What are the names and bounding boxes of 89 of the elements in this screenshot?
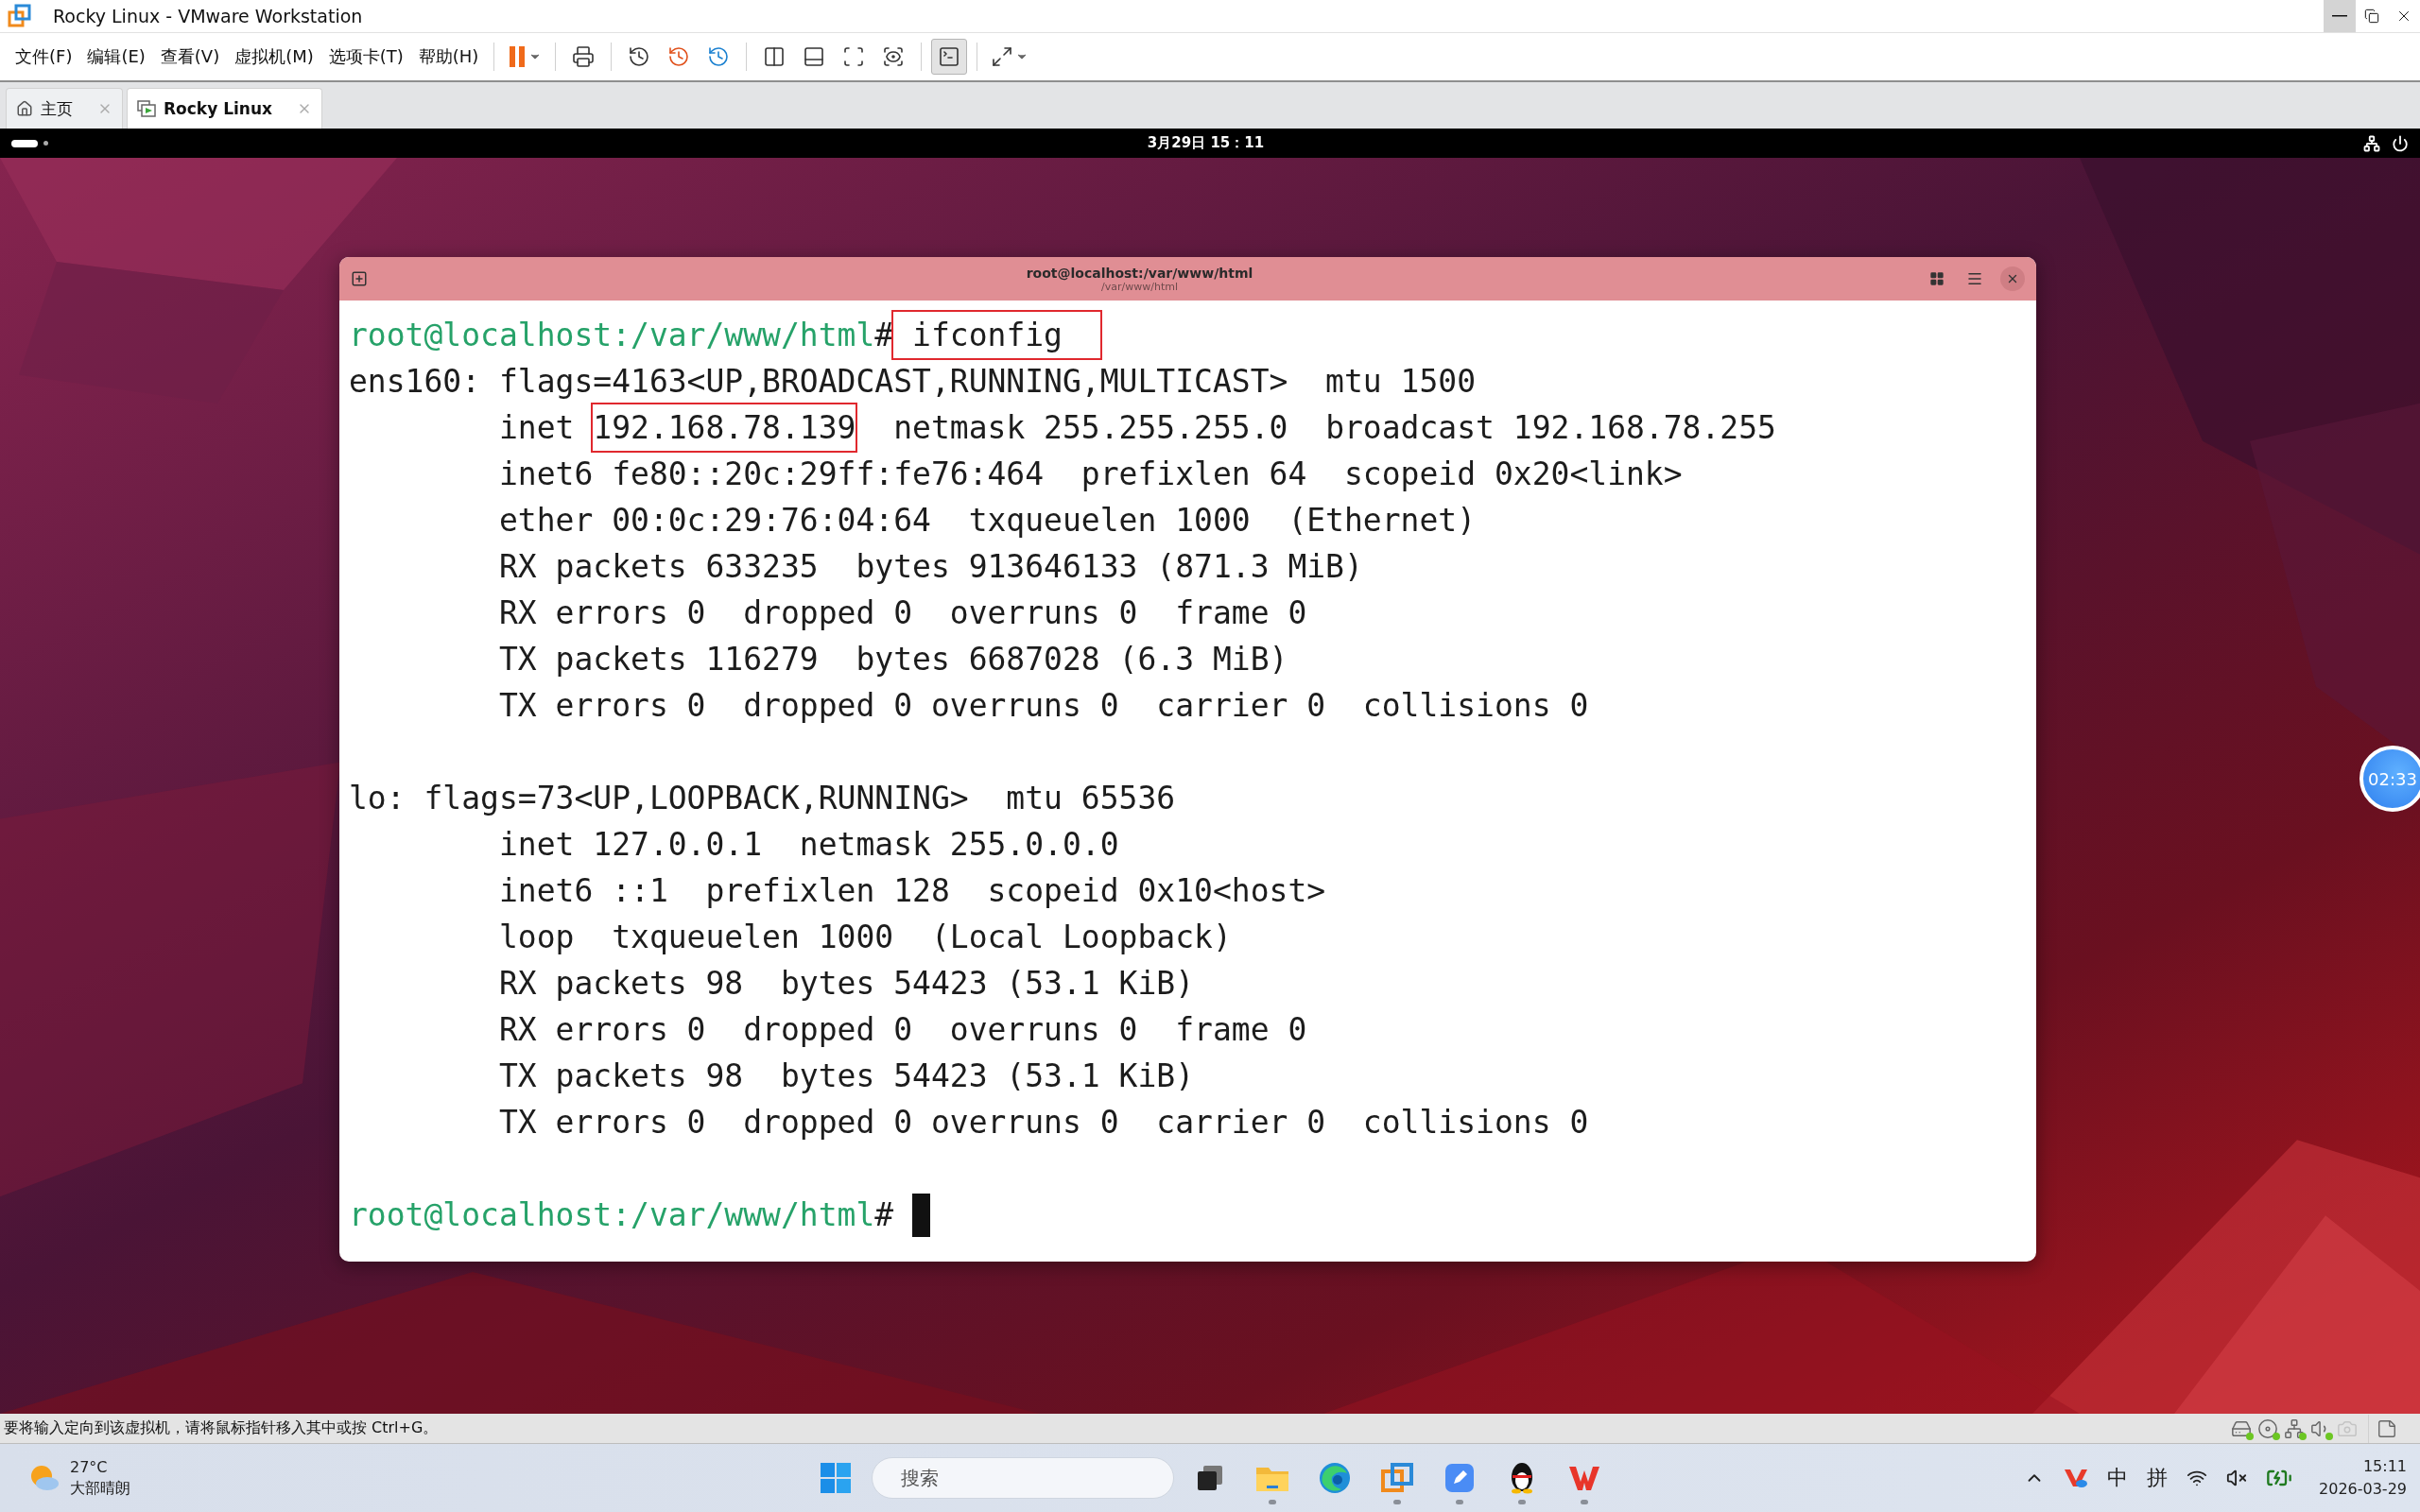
weather-description: 大部晴朗	[70, 1478, 130, 1499]
library-view-icon	[763, 45, 786, 68]
status-dot	[2325, 1432, 2333, 1440]
w-logo-icon	[1568, 1464, 1600, 1492]
terminal-text: RX errors 0 dropped 0 overruns 0 frame 0	[497, 593, 1307, 633]
status-dot	[2299, 1432, 2307, 1440]
pen-note-icon	[1444, 1463, 1475, 1493]
search-field[interactable]: 搜索	[899, 1466, 1153, 1490]
revert-snapshot-icon	[667, 45, 691, 68]
toolbar-button[interactable]	[931, 39, 968, 75]
running-indicator	[1269, 1500, 1276, 1504]
cloud-v-icon[interactable]	[2064, 1468, 2088, 1488]
menu-item[interactable]: 文件(F)	[8, 45, 80, 68]
terminal-text: TX errors 0 dropped 0 overruns 0 carrier 0 collisions 0	[497, 1103, 1589, 1143]
note-icon[interactable]	[2377, 1418, 2397, 1439]
thumbnail-view-icon	[803, 45, 826, 68]
taskbar-date[interactable]: 2026-03-29	[2319, 1478, 2407, 1501]
menu-icon	[1966, 270, 1983, 287]
minimize-icon	[2332, 15, 2347, 17]
highlighted-text: ifconfig	[893, 312, 1100, 358]
terminal-text: RX packets 633235 bytes 913646133 (871.3 MiB)	[497, 547, 1363, 587]
temperature: 27°C	[70, 1457, 109, 1478]
grid-icon	[1929, 271, 1945, 286]
shell-prompt: root@localhost:/var/www/html	[349, 316, 875, 355]
weather-icon	[28, 1464, 60, 1492]
terminal-text: TX packets 116279 bytes 6687028 (6.3 MiB)	[497, 640, 1288, 679]
terminal-title: root@localhost:/var/www/html	[1026, 265, 1253, 281]
terminal-subtitle: /var/www/html	[1101, 280, 1178, 293]
status-dot	[2273, 1432, 2280, 1440]
highlighted-text: 192.168.78.139	[593, 404, 856, 451]
terminal-text: ether 00:0c:29:76:04:64 txqueuelen 1000 (Ethernet)	[497, 501, 1477, 541]
terminal-text: inet	[497, 408, 576, 448]
terminal-text: inet6 ::1 prefixlen 128 scopeid 0x10<host>	[497, 871, 1326, 911]
tab[interactable]: Rocky Linux	[127, 88, 322, 129]
menu-item[interactable]: 编辑(E)	[79, 45, 153, 68]
status-dot	[2246, 1432, 2254, 1440]
terminal-text: RX errors 0 dropped 0 overruns 0 frame 0	[497, 1010, 1307, 1050]
snapshot-icon	[628, 45, 651, 68]
terminal-text: inet 127.0.0.1 netmask 255.0.0.0	[497, 825, 1119, 865]
running-indicator	[1456, 1500, 1463, 1504]
terminal-text: inet6 fe80::20c:29ff:fe76:464 prefixlen 64 scopeid 0x20<link>	[497, 455, 1683, 494]
pause-icon	[508, 45, 527, 68]
shell-prompt: root@localhost:/var/www/html	[349, 1195, 875, 1235]
terminal-text: TX errors 0 dropped 0 overruns 0 carrier 0 collisions 0	[497, 686, 1589, 726]
vm-play-icon	[137, 100, 156, 117]
terminal-icon	[938, 45, 961, 68]
terminal-text: netmask 255.255.255.0 broadcast 192.168.78.255	[892, 408, 1776, 448]
stretch-icon	[991, 45, 1014, 68]
overlapping-squares-icon	[1381, 1462, 1413, 1494]
task-view-icon	[1196, 1464, 1224, 1492]
new-tab-icon[interactable]	[351, 270, 368, 287]
mute-icon[interactable]	[2226, 1468, 2247, 1488]
four-squares-icon	[820, 1462, 852, 1494]
search-bar[interactable]: 搜索	[872, 1457, 1174, 1499]
window-title: Rocky Linux - VMware Workstation	[53, 6, 364, 26]
terminal-text: loop txqueuelen 1000 (Local Loopback)	[497, 918, 1232, 957]
taskbar-time[interactable]: 15:11	[2362, 1455, 2407, 1478]
menu-item[interactable]: 帮助(H)	[410, 45, 487, 68]
network-icon[interactable]	[2363, 134, 2380, 152]
disc-icon	[2257, 1418, 2278, 1439]
running-indicator	[1393, 1500, 1401, 1504]
unity-icon	[882, 45, 906, 68]
terminal-text: #	[874, 1195, 895, 1235]
menu-item[interactable]: 虚拟机(M)	[227, 45, 321, 68]
terminal-text: lo: flags=73<UP,LOOPBACK,RUNNING> mtu 65536	[349, 779, 1176, 818]
status-message: 要将输入定向到该虚拟机，请将鼠标指针移入其中或按 Ctrl+G。	[4, 1418, 440, 1438]
running-indicator	[1581, 1500, 1588, 1504]
fullscreen-icon	[842, 45, 866, 68]
app-logo-icon	[8, 4, 32, 28]
input-language[interactable]: 中	[2107, 1464, 2128, 1492]
snapshot-manager-icon	[707, 45, 731, 68]
menu-item[interactable]: 选项卡(T)	[320, 45, 411, 68]
home-icon	[16, 100, 33, 117]
power-icon[interactable]	[2392, 134, 2409, 152]
terminal-text: TX packets 98 bytes 54423 (53.1 KiB)	[497, 1057, 1195, 1096]
activities-indicator[interactable]	[11, 139, 38, 147]
restore-icon	[2364, 9, 2379, 24]
close-button[interactable]	[2000, 266, 2025, 291]
menu-item[interactable]: 查看(V)	[152, 45, 228, 68]
terminal-text: ens160: flags=4163<UP,BROADCAST,RUNNING,MULTICAST> mtu 1500	[349, 362, 1477, 402]
tab[interactable]: 主页	[6, 88, 123, 129]
workspace-dot	[43, 141, 48, 146]
network-icon	[2284, 1418, 2305, 1439]
running-indicator	[1518, 1500, 1526, 1504]
input-mode[interactable]: 拼	[2147, 1464, 2168, 1492]
terminal-text: RX packets 98 bytes 54423 (53.1 KiB)	[497, 964, 1195, 1004]
terminal-text: #	[874, 316, 894, 355]
close-icon	[2006, 272, 2019, 285]
browser-icon	[1319, 1462, 1351, 1494]
